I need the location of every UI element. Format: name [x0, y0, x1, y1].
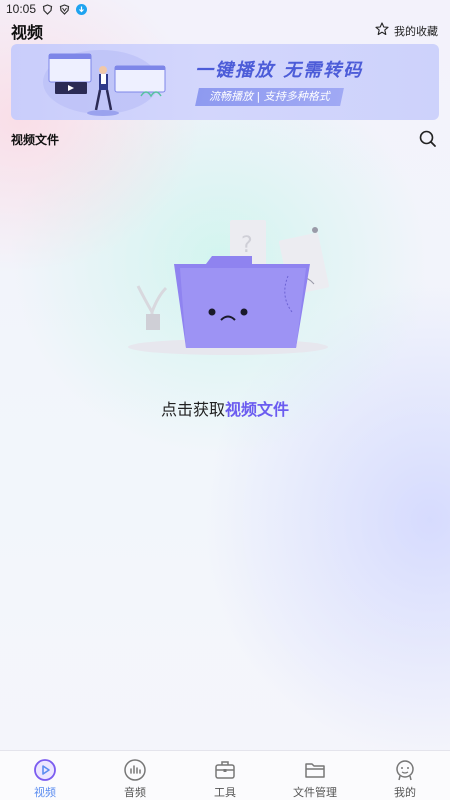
banner-title: 一键播放 无需转码	[195, 60, 364, 81]
nav-label-file-manager: 文件管理	[293, 786, 337, 799]
page-title: 视频	[11, 23, 44, 42]
get-video-files-link[interactable]: 视频文件	[225, 400, 289, 419]
audio-bars-icon	[124, 759, 146, 781]
banner-illustration	[43, 50, 166, 116]
nav-item-profile[interactable]: 我的	[360, 751, 450, 800]
video-play-icon	[34, 759, 56, 781]
nav-label-tools: 工具	[214, 786, 236, 799]
banner-subtitle: 流畅播放 | 支持多种格式	[195, 88, 344, 106]
nav-item-tools[interactable]: 工具	[180, 751, 270, 800]
nav-item-video[interactable]: 视频	[0, 751, 90, 800]
download-notification-icon	[76, 3, 88, 15]
toolbox-icon	[215, 761, 235, 779]
empty-state-text: 点击获取视频文件	[0, 396, 450, 420]
shield-icon	[42, 3, 53, 15]
empty-folder-illustration: ?	[128, 220, 330, 355]
vpn-icon	[59, 3, 70, 15]
favorites-button[interactable]: 我的收藏	[375, 22, 438, 39]
section-title: 视频文件	[11, 133, 60, 147]
folder-icon	[305, 763, 325, 778]
nav-label-profile: 我的	[394, 786, 416, 799]
favorites-label: 我的收藏	[394, 24, 438, 38]
status-time: 10:05	[6, 2, 37, 16]
nav-label-audio: 音频	[124, 786, 146, 799]
empty-state-prefix: 点击获取	[160, 400, 225, 419]
search-icon[interactable]	[418, 129, 438, 149]
profile-face-icon	[396, 760, 414, 781]
star-icon	[375, 22, 389, 39]
nav-item-file-manager[interactable]: 文件管理	[270, 751, 360, 800]
nav-item-audio[interactable]: 音频	[90, 751, 180, 800]
bottom-nav: 视频 音频 工具 文件管理 我的	[0, 750, 450, 800]
header: 视频 我的收藏	[0, 18, 450, 44]
status-bar: 10:05	[0, 0, 450, 18]
svg-text:?: ?	[241, 233, 253, 258]
promo-banner[interactable]: 一键播放 无需转码 流畅播放 | 支持多种格式	[11, 44, 439, 120]
nav-label-video: 视频	[34, 786, 56, 799]
